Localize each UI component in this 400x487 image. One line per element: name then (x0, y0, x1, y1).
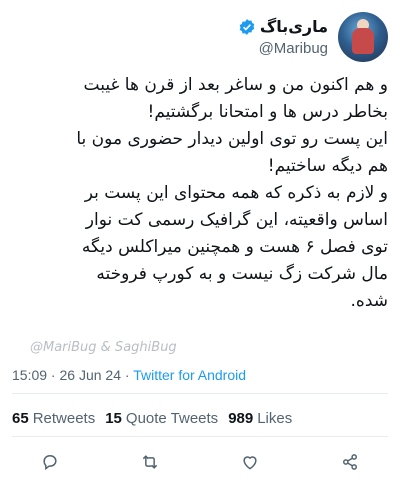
tweet-stats: 65 Retweets 15 Quote Tweets 989 Likes (12, 410, 292, 427)
tweet-date[interactable]: 26 Jun 24 (60, 367, 122, 383)
likes-stat[interactable]: 989 Likes (228, 410, 292, 427)
tweet-line: بخاطر درس ها و امتحانا برگشتیم! (147, 102, 388, 122)
display-name[interactable]: ماری‌باگ (260, 17, 328, 36)
tweet-meta: 15:09 · 26 Jun 24 · Twitter for Android (12, 367, 246, 383)
likes-count: 989 (228, 410, 254, 427)
like-button[interactable] (238, 450, 262, 474)
tweet-line: و هم اکنون من و ساغر بعد از قرن ها غیبت (83, 75, 388, 95)
watermark: @MariBug & SaghiBug (30, 340, 177, 355)
tweet-line: شده. (350, 291, 388, 311)
tweet-line: توی فصل ۶ هست و همچنین میراکلس دیگه (81, 237, 388, 257)
avatar[interactable] (338, 12, 388, 62)
verified-badge-icon (239, 18, 255, 35)
tweet-header: ماری‌باگ @Maribug (238, 12, 388, 62)
divider (12, 436, 388, 437)
retweets-label: Retweets (32, 410, 96, 427)
retweet-icon (142, 455, 158, 469)
tweet-line: این پست رو توی اولین دیدار حضوری مون با (76, 129, 388, 149)
retweets-count: 65 (12, 410, 29, 427)
user-names: ماری‌باگ @Maribug (238, 17, 328, 57)
meta-separator: · (121, 367, 134, 383)
quotes-label: Quote Tweets (125, 410, 219, 427)
user-handle[interactable]: @Maribug (259, 40, 328, 57)
divider (12, 393, 388, 394)
tweet-text: و هم اکنون من و ساغر بعد از قرن ها غیبت … (12, 72, 388, 315)
share-icon (343, 454, 357, 470)
like-icon (243, 456, 257, 470)
retweets-stat[interactable]: 65 Retweets (12, 410, 95, 427)
tweet-line: هم دیگه ساختیم! (267, 156, 388, 176)
tweet-source[interactable]: Twitter for Android (133, 367, 246, 383)
retweet-button[interactable] (138, 450, 162, 474)
quotes-stat[interactable]: 15 Quote Tweets (105, 410, 218, 427)
quotes-count: 15 (105, 410, 122, 427)
tweet-line: اساس واقعیته، این گرافیک رسمی کت نوار (85, 210, 388, 230)
tweet-line: و لازم به ذکره که همه محتوای این پست بر (84, 183, 388, 203)
reply-icon (43, 454, 57, 471)
share-button[interactable] (338, 450, 362, 474)
likes-label: Likes (257, 410, 293, 427)
tweet-time[interactable]: 15:09 (12, 367, 47, 383)
action-bar (0, 450, 400, 474)
tweet-line: مال شرکت زگ نیست و به کورپ فروخته (96, 264, 388, 284)
reply-button[interactable] (38, 450, 62, 474)
display-name-row: ماری‌باگ (238, 17, 328, 36)
meta-separator: · (47, 367, 60, 383)
